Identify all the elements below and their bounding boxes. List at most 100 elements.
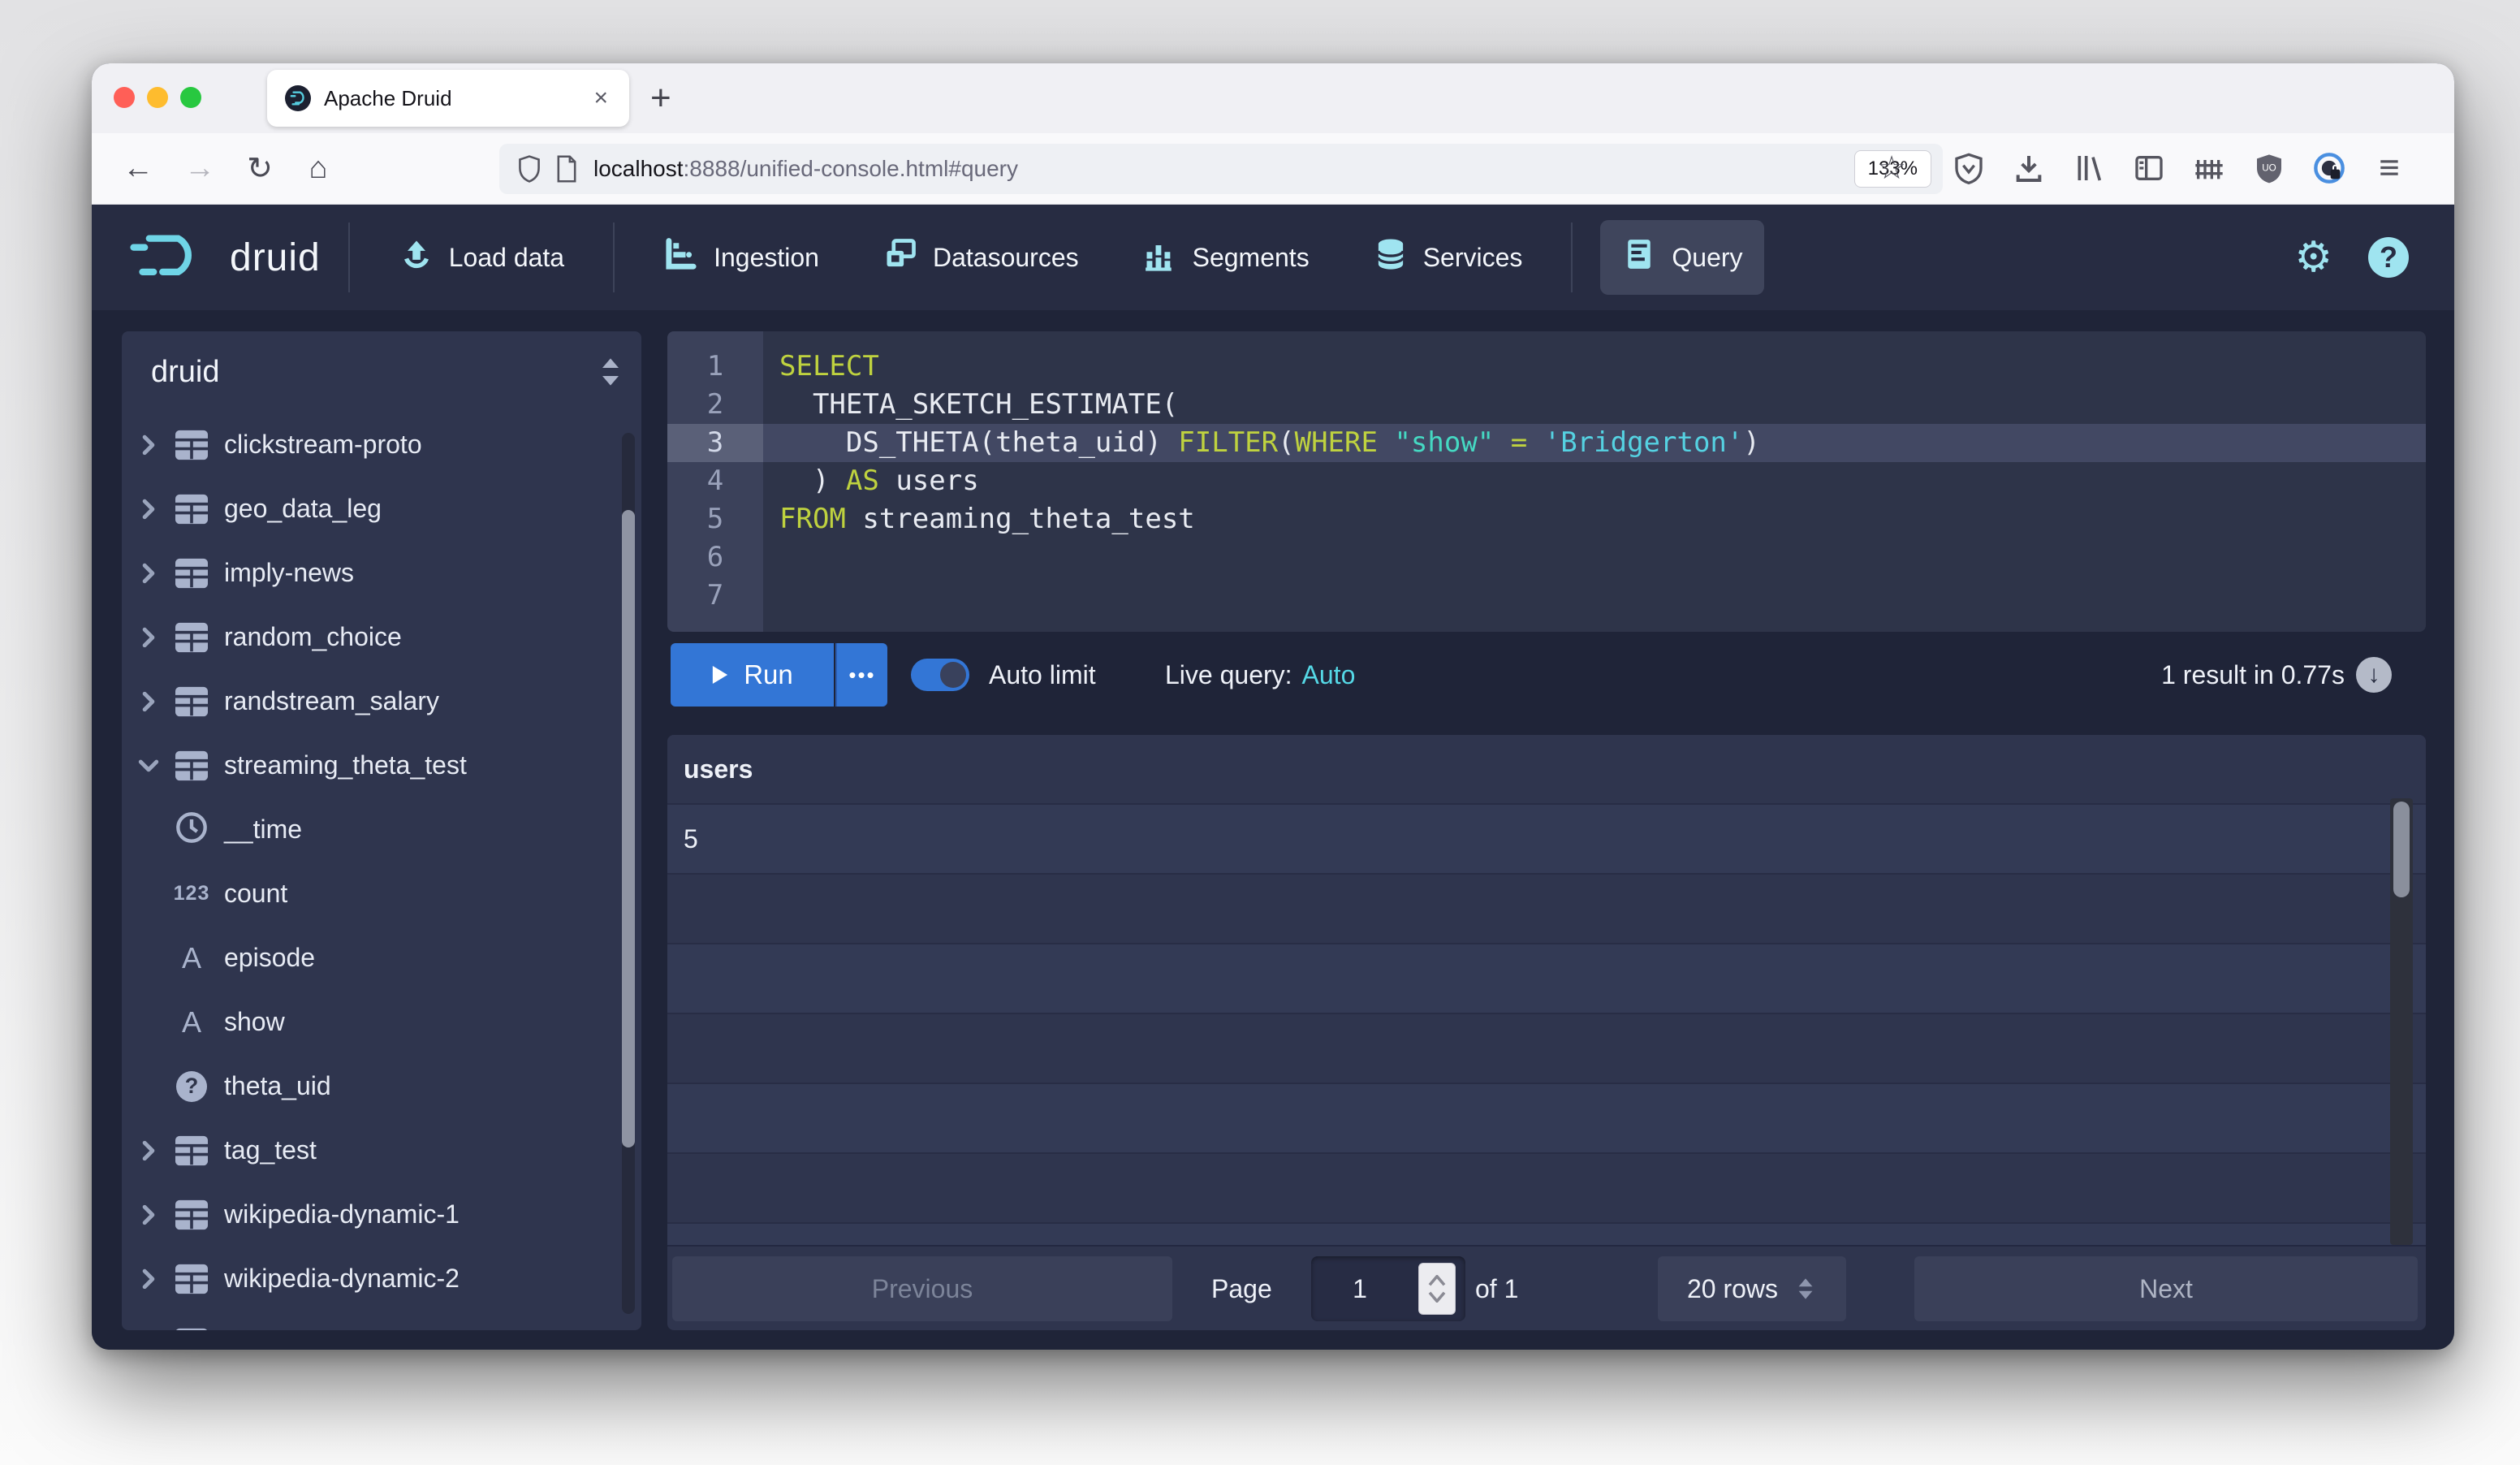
sidebar-datasource-random_choice[interactable]: random_choice	[122, 605, 641, 669]
sidebar-column-__time[interactable]: __time	[122, 797, 641, 862]
minimize-window-button[interactable]	[147, 87, 168, 108]
nav-tab-load-data[interactable]: Load data	[378, 220, 585, 295]
run-button[interactable]: Run	[671, 643, 834, 707]
sort-icon[interactable]	[597, 356, 624, 392]
numeric-column-icon: 123	[174, 882, 210, 905]
chevron-right-icon[interactable]	[135, 1201, 162, 1229]
reload-button[interactable]: ↻	[236, 145, 283, 192]
table-icon	[174, 1261, 209, 1297]
chevron-right-icon[interactable]	[135, 1265, 162, 1293]
bookmark-star-icon[interactable]: ☆	[1868, 145, 1915, 192]
sidebar-datasource-geo_data_leg[interactable]: geo_data_leg	[122, 477, 641, 541]
sidebar-column-show[interactable]: Ashow	[122, 990, 641, 1054]
next-page-button[interactable]: Next	[1914, 1256, 2418, 1321]
sidebar-column-episode[interactable]: Aepisode	[122, 926, 641, 990]
forward-button[interactable]: →	[176, 145, 223, 192]
chevron-right-icon[interactable]	[135, 1329, 162, 1331]
help-icon[interactable]: ?	[2368, 237, 2409, 278]
sidebar-datasource-clickstream-proto[interactable]: clickstream-proto	[122, 413, 641, 477]
line-number: 3	[667, 424, 763, 462]
editor-line-6[interactable]: 6	[667, 538, 2426, 577]
sidebar-datasource-streaming_theta_test[interactable]: streaming_theta_test	[122, 733, 641, 797]
download-results-icon[interactable]: ↓	[2356, 657, 2392, 693]
live-query-value[interactable]: Auto	[1302, 660, 1356, 690]
settings-gear-icon[interactable]: ⚙	[2294, 236, 2332, 279]
new-tab-button[interactable]: +	[650, 76, 671, 120]
nav-tab-segments[interactable]: Segments	[1121, 220, 1331, 295]
editor-line-3[interactable]: 3 DS_THETA(theta_uid) FILTER(WHERE "show…	[667, 424, 2426, 462]
chevron-right-icon[interactable]	[135, 624, 162, 651]
page-stepper[interactable]	[1418, 1263, 1456, 1315]
sidebar-toggle-icon[interactable]	[2129, 149, 2168, 188]
nav-tab-query[interactable]: Query	[1600, 220, 1763, 295]
chevron-right-icon[interactable]	[135, 495, 162, 523]
zoom-window-button[interactable]	[180, 87, 201, 108]
account-shield-icon[interactable]	[1949, 149, 1988, 188]
sql-editor[interactable]: 1SELECT2 THETA_SKETCH_ESTIMATE(3 DS_THET…	[667, 331, 2426, 632]
results-cell[interactable]: 5	[667, 805, 2426, 875]
line-source: ) AS users	[779, 462, 979, 500]
browser-tab[interactable]: Apache Druid ×	[267, 70, 629, 127]
chevron-down-icon[interactable]	[135, 752, 162, 780]
play-icon	[711, 664, 729, 685]
sidebar-datasource-wikipedia-dynamic-3[interactable]: wikipedia-dynamic-3	[122, 1311, 641, 1330]
nav-tab-ingestion[interactable]: Ingestion	[642, 220, 840, 295]
tab-close-icon[interactable]: ×	[590, 84, 611, 112]
sidebar-datasource-randstream_salary[interactable]: randstream_salary	[122, 669, 641, 733]
tree-item-label: streaming_theta_test	[224, 750, 467, 780]
chevron-right-icon[interactable]	[135, 1137, 162, 1165]
ublock-shield-icon[interactable]: UO	[2250, 149, 2289, 188]
sidebar-column-count[interactable]: 123count	[122, 862, 641, 926]
sidebar-datasource-wikipedia-dynamic-1[interactable]: wikipedia-dynamic-1	[122, 1182, 641, 1247]
druid-logo-icon	[129, 231, 218, 283]
nav-tab-label: Datasources	[933, 243, 1079, 273]
shield-icon[interactable]	[511, 150, 548, 188]
editor-line-1[interactable]: 1SELECT	[667, 348, 2426, 386]
page-info-icon[interactable]	[548, 150, 585, 188]
auto-limit-label[interactable]: Auto limit	[989, 643, 1096, 707]
sidebar-column-theta_uid[interactable]: ?theta_uid	[122, 1054, 641, 1118]
table-icon	[174, 620, 209, 655]
results-scrollbar-thumb[interactable]	[2393, 802, 2410, 897]
stepper-up-icon[interactable]	[1427, 1275, 1447, 1286]
druid-brand[interactable]: druid	[129, 231, 321, 283]
previous-page-button[interactable]: Previous	[672, 1256, 1172, 1321]
rows-caret-icon	[1794, 1275, 1817, 1303]
results-column-header[interactable]: users	[667, 735, 2426, 805]
close-window-button[interactable]	[114, 87, 135, 108]
hamburger-menu-icon[interactable]: ≡	[2370, 149, 2409, 188]
chevron-right-icon[interactable]	[135, 688, 162, 715]
editor-line-7[interactable]: 7	[667, 577, 2426, 615]
home-button[interactable]: ⌂	[295, 145, 342, 192]
rows-per-page-button[interactable]: 20 rows	[1658, 1256, 1846, 1321]
browser-window: Apache Druid × + ← → ↻ ⌂ localhost:8888/…	[92, 63, 2454, 1350]
password-manager-icon[interactable]	[2310, 149, 2349, 188]
sidebar-datasource-tag_test[interactable]: tag_test	[122, 1118, 641, 1182]
editor-line-2[interactable]: 2 THETA_SKETCH_ESTIMATE(	[667, 386, 2426, 424]
run-more-button[interactable]: •••	[835, 643, 887, 707]
table-icon	[174, 748, 209, 784]
sidebar-datasource-imply-news[interactable]: imply-news	[122, 541, 641, 605]
stepper-down-icon[interactable]	[1427, 1291, 1447, 1303]
page-number-input[interactable]: 1	[1311, 1256, 1465, 1321]
url-bar[interactable]: localhost:8888/unified-console.html#quer…	[499, 144, 1943, 194]
editor-line-5[interactable]: 5FROM streaming_theta_test	[667, 500, 2426, 538]
tree-indent	[135, 816, 162, 844]
containers-fence-icon[interactable]	[2190, 149, 2229, 188]
downloads-icon[interactable]	[2009, 149, 2048, 188]
chevron-right-icon[interactable]	[135, 431, 162, 459]
druid-nav: Load data Ingestion Datasources Segments Ser…	[378, 220, 1764, 295]
nav-tab-services[interactable]: Services	[1352, 220, 1544, 295]
datasource-sidebar: druid clickstream-protogeo_data_legimply…	[122, 331, 641, 1330]
nav-tab-datasources[interactable]: Datasources	[861, 220, 1100, 295]
services-icon	[1373, 236, 1409, 279]
chevron-right-icon[interactable]	[135, 560, 162, 587]
editor-line-4[interactable]: 4 ) AS users	[667, 462, 2426, 500]
sidebar-scrollbar-thumb[interactable]	[622, 510, 635, 1147]
library-icon[interactable]	[2069, 149, 2108, 188]
string-column-icon: A	[182, 1005, 201, 1039]
sidebar-datasource-wikipedia-dynamic-2[interactable]: wikipedia-dynamic-2	[122, 1247, 641, 1311]
auto-limit-toggle[interactable]	[911, 659, 969, 691]
back-button[interactable]: ←	[114, 145, 162, 192]
schema-header[interactable]: druid	[122, 331, 641, 413]
